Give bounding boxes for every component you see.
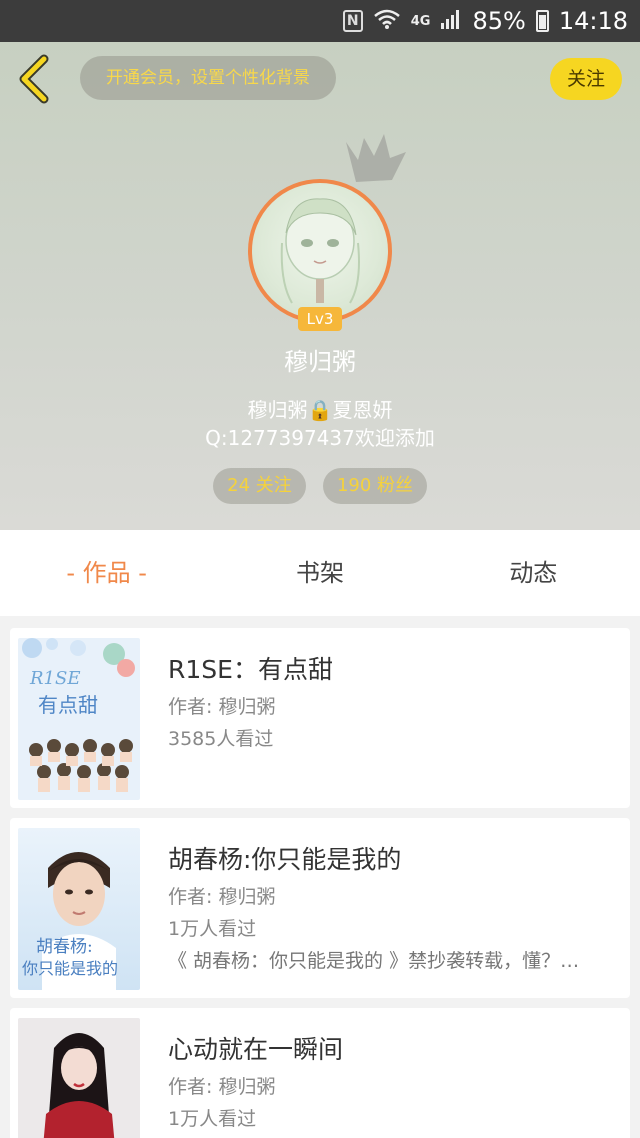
tab-activity[interactable]: 动态 (427, 530, 640, 616)
username: 穆归粥 (284, 348, 356, 376)
back-button[interactable] (14, 54, 54, 104)
book-cover: R1SE 有点甜 (18, 638, 140, 800)
following-count[interactable]: 24 关注 (213, 468, 306, 504)
signal-icon (440, 8, 462, 35)
battery-icon (535, 10, 549, 32)
list-item[interactable]: 胡春杨: 你只能是我的 胡春杨:你只能是我的 作者: 穆归粥 1万人看过 《 胡… (10, 818, 630, 998)
bio-line: 穆归粥🔒夏恩妍 (247, 398, 393, 422)
work-title: R1SE：有点甜 (168, 655, 333, 684)
bio: 穆归粥🔒夏恩妍 Q:1277397437欢迎添加 (0, 396, 640, 452)
network-type: 4G (410, 13, 431, 29)
bio-line: Q:1277397437欢迎添加 (205, 426, 435, 450)
nfc-icon: N (342, 10, 363, 32)
tab-works[interactable]: - 作品 - (0, 530, 213, 616)
work-author: 作者: 穆归粥 (168, 696, 276, 718)
work-title: 心动就在一瞬间 (168, 1035, 344, 1064)
work-title: 胡春杨:你只能是我的 (168, 845, 402, 874)
battery-percent: 85% (472, 7, 526, 35)
work-author: 作者: 穆归粥 (168, 1076, 276, 1098)
level-badge: Lv3 (298, 307, 342, 331)
work-views: 1万人看过 (168, 1108, 257, 1130)
work-description: 《 胡春杨：你只能是我的 》禁抄袭转载，懂？… (168, 950, 580, 972)
list-item[interactable]: R1SE 有点甜 R1SE：有点甜 作者: 穆归粥 3585人看过 (10, 628, 630, 808)
follow-button[interactable]: 关注 (550, 58, 622, 100)
tab-bookshelf[interactable]: 书架 (213, 530, 426, 616)
clock: 14:18 (558, 7, 628, 35)
vip-banner[interactable]: 开通会员，设置个性化背景 (80, 56, 336, 100)
profile-header: 开通会员，设置个性化背景 关注 Lv3 穆归粥 穆归粥🔒夏恩妍 Q:127739… (0, 42, 640, 530)
status-bar: N 4G 85% 14:18 (0, 0, 640, 42)
work-views: 3585人看过 (168, 728, 274, 750)
book-cover: 胡春杨: 你只能是我的 (18, 828, 140, 990)
fans-count[interactable]: 190 粉丝 (323, 468, 427, 504)
work-author: 作者: 穆归粥 (168, 886, 276, 908)
wifi-icon (373, 8, 401, 35)
profile-tabs: - 作品 - 书架 动态 (0, 530, 640, 616)
avatar-illustration (280, 198, 360, 304)
chevron-left-icon (19, 54, 49, 104)
svg-text:R1SE: R1SE (29, 668, 80, 689)
list-item[interactable]: 心动就在一瞬间 作者: 穆归粥 1万人看过 (10, 1008, 630, 1138)
svg-text:你只能是我的: 你只能是我的 (22, 959, 118, 978)
works-list: R1SE 有点甜 R1SE：有点甜 作者: 穆归粥 3585人看过 胡春杨: 你… (0, 616, 640, 1138)
avatar[interactable] (248, 179, 392, 323)
work-views: 1万人看过 (168, 918, 257, 940)
svg-text:胡春杨:: 胡春杨: (36, 937, 93, 957)
svg-text:有点甜: 有点甜 (38, 693, 98, 717)
book-cover (18, 1018, 140, 1138)
